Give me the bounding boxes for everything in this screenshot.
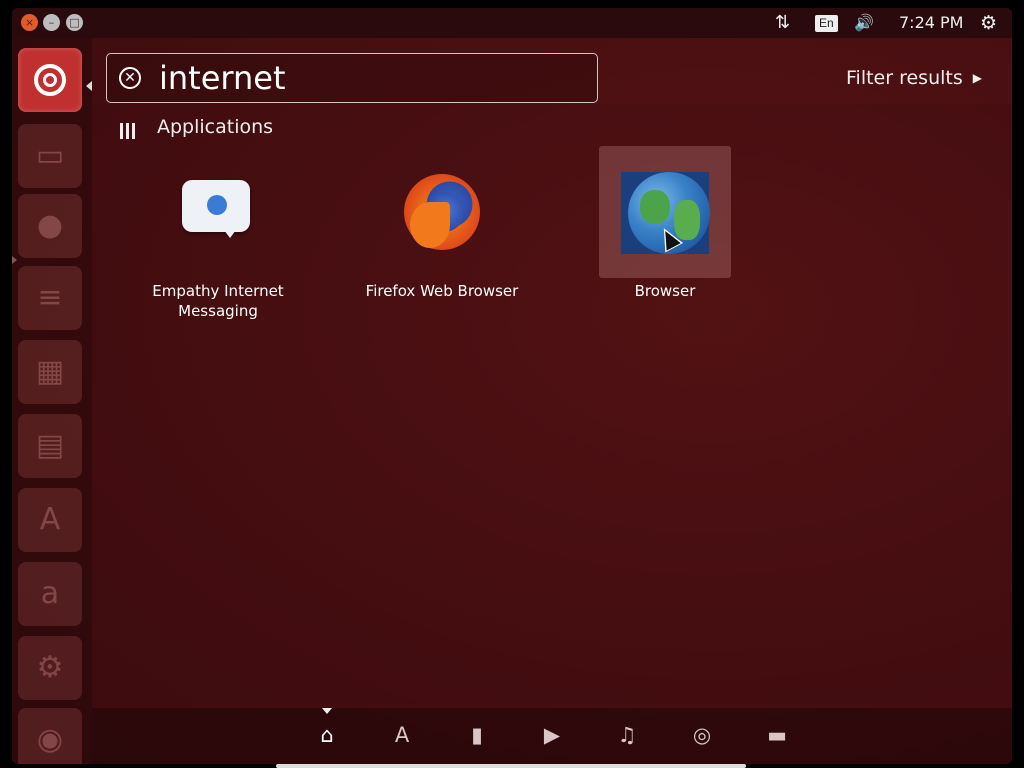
filter-results-label: Filter results	[846, 67, 963, 89]
app-label: Firefox Web Browser	[362, 281, 522, 301]
disk-icon: ◉	[36, 722, 64, 757]
app-empathy[interactable]: Empathy Internet Messaging	[138, 146, 298, 321]
app-label-line1: Browser	[634, 282, 696, 300]
dash-home-button[interactable]	[18, 48, 82, 112]
keyboard-layout-indicator[interactable]: En	[815, 15, 838, 32]
launcher-firefox[interactable]: ●	[18, 194, 82, 258]
settings-icon: ⚙	[36, 650, 64, 685]
home-lens-icon[interactable]: ⌂	[314, 722, 340, 748]
filter-results-toggle[interactable]: Filter results ▶	[846, 67, 982, 89]
applications-lens-icon	[120, 119, 140, 139]
desktop-screen: × – □ ⇅ En 🔊 7:24 PM ⚙ ▭ ● ≡ ▦ ▤ A a ⚙ ◉…	[12, 8, 1012, 764]
app-label-line2: Messaging	[178, 302, 258, 320]
writer-icon: ≡	[37, 280, 63, 315]
app-label: Browser	[585, 281, 745, 301]
clock[interactable]: 7:24 PM	[899, 8, 963, 38]
calc-icon: ▦	[35, 354, 65, 389]
launcher-software-center[interactable]: A	[18, 488, 82, 552]
amazon-icon: a	[40, 576, 60, 611]
volume-icon[interactable]: 🔊	[854, 8, 874, 38]
search-input[interactable]	[159, 60, 579, 96]
files-icon: ▭	[35, 138, 65, 173]
video-lens-icon[interactable]: ▶	[539, 722, 565, 748]
browser-globe-icon	[599, 146, 731, 278]
app-label: Empathy Internet Messaging	[138, 281, 298, 321]
launcher-writer[interactable]: ≡	[18, 266, 82, 330]
launcher: ▭ ● ≡ ▦ ▤ A a ⚙ ◉	[12, 38, 92, 764]
app-browser[interactable]: Browser	[585, 146, 745, 301]
launcher-impress[interactable]: ▤	[18, 414, 82, 478]
network-icon[interactable]: ⇅	[775, 8, 790, 38]
firefox-launcher-icon: ●	[36, 208, 64, 243]
launcher-active-arrow-icon	[86, 81, 92, 91]
launcher-running-pip-icon	[12, 256, 17, 264]
clear-search-icon[interactable]: ✕	[119, 67, 141, 89]
active-lens-indicator-icon	[322, 708, 332, 714]
files-lens-icon[interactable]: ▮	[464, 722, 490, 748]
empathy-icon	[152, 146, 284, 278]
app-label-line1: Empathy Internet	[152, 282, 284, 300]
chevron-right-icon: ▶	[972, 71, 982, 85]
maximize-window-button[interactable]: □	[66, 14, 83, 31]
bottom-bezel	[276, 764, 746, 768]
app-label-line1: Firefox Web Browser	[365, 282, 519, 300]
top-panel: × – □ ⇅ En 🔊 7:24 PM ⚙	[12, 8, 1012, 38]
launcher-settings[interactable]: ⚙	[18, 636, 82, 700]
software-center-icon: A	[39, 502, 61, 537]
music-lens-icon[interactable]: ♫	[614, 722, 640, 748]
section-title-applications[interactable]: Applications	[157, 116, 273, 138]
close-window-button[interactable]: ×	[21, 14, 38, 31]
launcher-disk[interactable]: ◉	[18, 708, 82, 764]
impress-icon: ▤	[35, 428, 65, 463]
dash-search-box[interactable]: ✕	[106, 53, 598, 103]
launcher-calc[interactable]: ▦	[18, 340, 82, 404]
minimize-window-button[interactable]: –	[43, 14, 60, 31]
firefox-icon	[376, 146, 508, 278]
applications-lens-button-icon[interactable]: A	[389, 722, 415, 748]
power-gear-icon[interactable]: ⚙	[980, 8, 997, 38]
photos-lens-icon[interactable]: ◎	[689, 722, 715, 748]
launcher-amazon[interactable]: a	[18, 562, 82, 626]
app-firefox[interactable]: Firefox Web Browser	[362, 146, 522, 301]
launcher-files[interactable]: ▭	[18, 124, 82, 188]
social-lens-icon[interactable]: ▬	[764, 722, 790, 748]
ubuntu-logo-icon	[34, 64, 66, 96]
